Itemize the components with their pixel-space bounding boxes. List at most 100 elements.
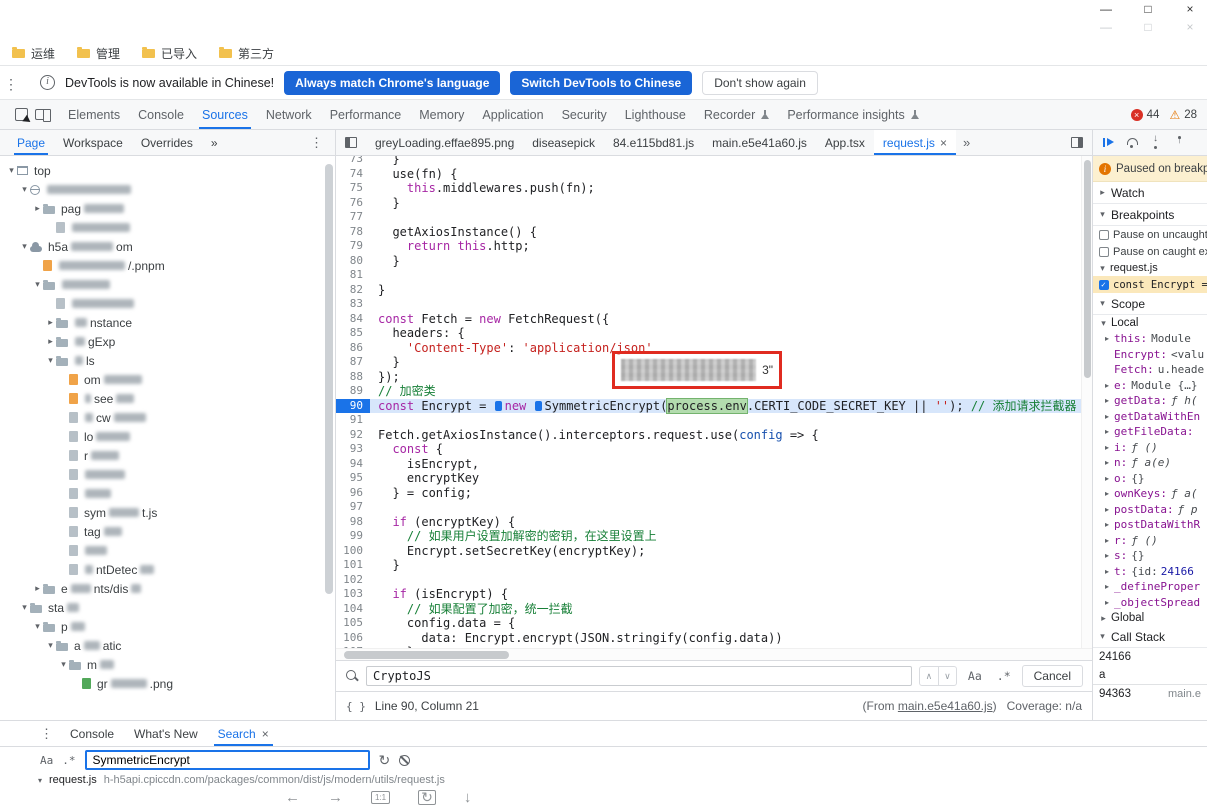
navigator-scrollbar[interactable] <box>325 164 333 594</box>
code-line[interactable]: 75 this.middlewares.push(fn); <box>336 181 1092 196</box>
line-number[interactable]: 83 <box>336 297 370 312</box>
code-area[interactable]: 73 } 74 use(fn) {75 this.middlewares.push… <box>336 156 1092 648</box>
tree-item[interactable]: ▾ sta <box>0 598 335 617</box>
bookmark-folder[interactable]: 已导入 <box>142 45 197 62</box>
scope-entry[interactable]: ▸ postData: ƒ p <box>1093 502 1207 518</box>
checkbox-unchecked[interactable] <box>1099 246 1109 257</box>
more-tabs-icon[interactable]: » <box>202 130 227 155</box>
code-line[interactable]: 105 config.data = { <box>336 616 1092 631</box>
back-icon[interactable]: ← <box>285 790 300 805</box>
clear-icon[interactable] <box>399 754 411 766</box>
line-number[interactable]: 77 <box>336 210 370 225</box>
breakpoint-entry[interactable]: const Encrypt = new SymmetricEncr <box>1093 276 1207 293</box>
line-number[interactable]: 102 <box>336 572 370 587</box>
bookmark-folder[interactable]: 第三方 <box>219 45 274 62</box>
rotate-icon[interactable]: ↻ <box>418 789 436 805</box>
file-tab-84-e115bd81-js[interactable]: 84.e115bd81.js <box>604 130 703 155</box>
call-stack-frame[interactable]: 94363 main.e <box>1093 684 1207 702</box>
tree-item[interactable]: ▾ h5a om <box>0 237 335 256</box>
scope-entry[interactable]: ▸ n: ƒ a(e) <box>1093 455 1207 471</box>
file-tab-app-tsx[interactable]: App.tsx <box>816 130 874 155</box>
scope-local-header[interactable]: ▾ Local <box>1093 315 1207 331</box>
more-tabs-icon[interactable]: » <box>956 135 977 150</box>
code-line[interactable]: 81 <box>336 268 1092 283</box>
line-number[interactable]: 94 <box>336 456 370 471</box>
tab-lighthouse[interactable]: Lighthouse <box>616 100 695 129</box>
line-number[interactable]: 84 <box>336 311 370 326</box>
code-line[interactable]: 83 <box>336 297 1092 312</box>
line-number[interactable]: 91 <box>336 413 370 428</box>
tree-item[interactable]: r <box>0 446 335 465</box>
scope-entry[interactable]: Encrypt: <valu <box>1093 347 1207 363</box>
line-number[interactable]: 80 <box>336 253 370 268</box>
device-toolbar-icon[interactable] <box>35 109 51 122</box>
bookmark-folder[interactable]: 运维 <box>12 45 55 62</box>
code-line[interactable]: 96 } = config; <box>336 485 1092 500</box>
file-tab-diseasepick[interactable]: diseasepick <box>523 130 604 155</box>
code-line[interactable]: 80 } <box>336 253 1092 268</box>
tree-item[interactable]: ▾ <box>0 180 335 199</box>
scope-section-header[interactable]: ▾ Scope <box>1093 293 1207 315</box>
scope-entry[interactable]: ▸ t: {id: 24166 <box>1093 564 1207 580</box>
scrollbar-thumb[interactable] <box>1084 160 1091 378</box>
call-stack-frame[interactable]: 24166 <box>1093 648 1207 666</box>
tab-performance-insights[interactable]: Performance insights <box>778 100 927 129</box>
one-to-one-icon[interactable]: 1:1 <box>371 790 391 804</box>
drawer-menu-icon[interactable] <box>40 726 53 742</box>
close-search-tab-icon[interactable] <box>262 727 269 741</box>
code-line[interactable]: 77 <box>336 210 1092 225</box>
window-close-icon[interactable]: × <box>1183 2 1197 16</box>
code-line[interactable]: 104 // 如果配置了加密，统一拦截 <box>336 601 1092 616</box>
tab-elements[interactable]: Elements <box>59 100 129 129</box>
toggle-debugger-icon[interactable] <box>1071 137 1083 148</box>
line-number[interactable]: 85 <box>336 326 370 341</box>
tree-item[interactable]: cw <box>0 408 335 427</box>
match-case-toggle[interactable]: Aa <box>40 754 53 767</box>
scope-entry[interactable]: ▸ postDataWithR <box>1093 517 1207 533</box>
drawer-tab-search[interactable]: Search <box>208 721 279 746</box>
code-line[interactable]: 92 Fetch.getAxiosInstance().interceptors.… <box>336 427 1092 442</box>
code-line[interactable]: 99 // 如果用户设置加解密的密钥，在这里设置上 <box>336 529 1092 544</box>
line-number[interactable]: 82 <box>336 282 370 297</box>
line-number[interactable]: 73 <box>336 156 370 167</box>
toggle-navigator-icon[interactable] <box>345 137 357 148</box>
tree-item[interactable]: ▾ <box>0 275 335 294</box>
scope-global-header[interactable]: ▸ Global <box>1093 610 1207 626</box>
tab-console[interactable]: Console <box>129 100 193 129</box>
call-stack-frame[interactable]: a <box>1093 666 1207 684</box>
line-number[interactable]: 95 <box>336 471 370 486</box>
scope-entry[interactable]: ▸ getData: ƒ h( <box>1093 393 1207 409</box>
code-line[interactable]: 93 const { <box>336 442 1092 457</box>
scope-entry[interactable]: ▸ getDataWithEn <box>1093 409 1207 425</box>
tree-item[interactable] <box>0 218 335 237</box>
line-number[interactable]: 86 <box>336 340 370 355</box>
editor-vertical-scrollbar[interactable] <box>1081 156 1092 648</box>
scope-entry[interactable]: ▸ s:{} <box>1093 548 1207 564</box>
line-number[interactable]: 76 <box>336 195 370 210</box>
code-line[interactable]: 94 isEncrypt, <box>336 456 1092 471</box>
line-number[interactable]: 106 <box>336 630 370 645</box>
tree-item[interactable]: gr .png <box>0 674 335 693</box>
tree-item[interactable]: ntDetec <box>0 560 335 579</box>
window-maximize-icon[interactable]: □ <box>1141 2 1155 16</box>
line-number[interactable]: 88 <box>336 369 370 384</box>
step-into-icon[interactable] <box>1150 133 1163 149</box>
line-number[interactable]: 92 <box>336 427 370 442</box>
editor-horizontal-scrollbar[interactable] <box>336 648 1092 660</box>
code-line[interactable]: 76 } <box>336 195 1092 210</box>
match-case-toggle[interactable]: Aa <box>964 667 986 685</box>
search-result-row[interactable]: ▾ request.js h-h5api.cpiccdn.com/package… <box>0 773 1207 787</box>
code-line[interactable]: 90 const Encrypt = new SymmetricEncrypt(p… <box>336 397 1092 414</box>
line-number[interactable]: 90 <box>336 398 370 413</box>
scope-entry[interactable]: ▸ getFileData: <box>1093 424 1207 440</box>
tree-item[interactable] <box>0 541 335 560</box>
regex-toggle[interactable]: .* <box>993 667 1015 685</box>
navigator-tab-overrides[interactable]: Overrides <box>132 130 202 155</box>
step-over-icon[interactable] <box>1126 136 1139 149</box>
scrollbar-thumb[interactable] <box>344 651 509 659</box>
code-line[interactable]: 78 getAxiosInstance() { <box>336 224 1092 239</box>
tree-item[interactable]: lo <box>0 427 335 446</box>
line-number[interactable]: 87 <box>336 355 370 370</box>
tree-item[interactable]: ▸ nstance <box>0 313 335 332</box>
scope-entry[interactable]: ▸ this: Module <box>1093 331 1207 347</box>
